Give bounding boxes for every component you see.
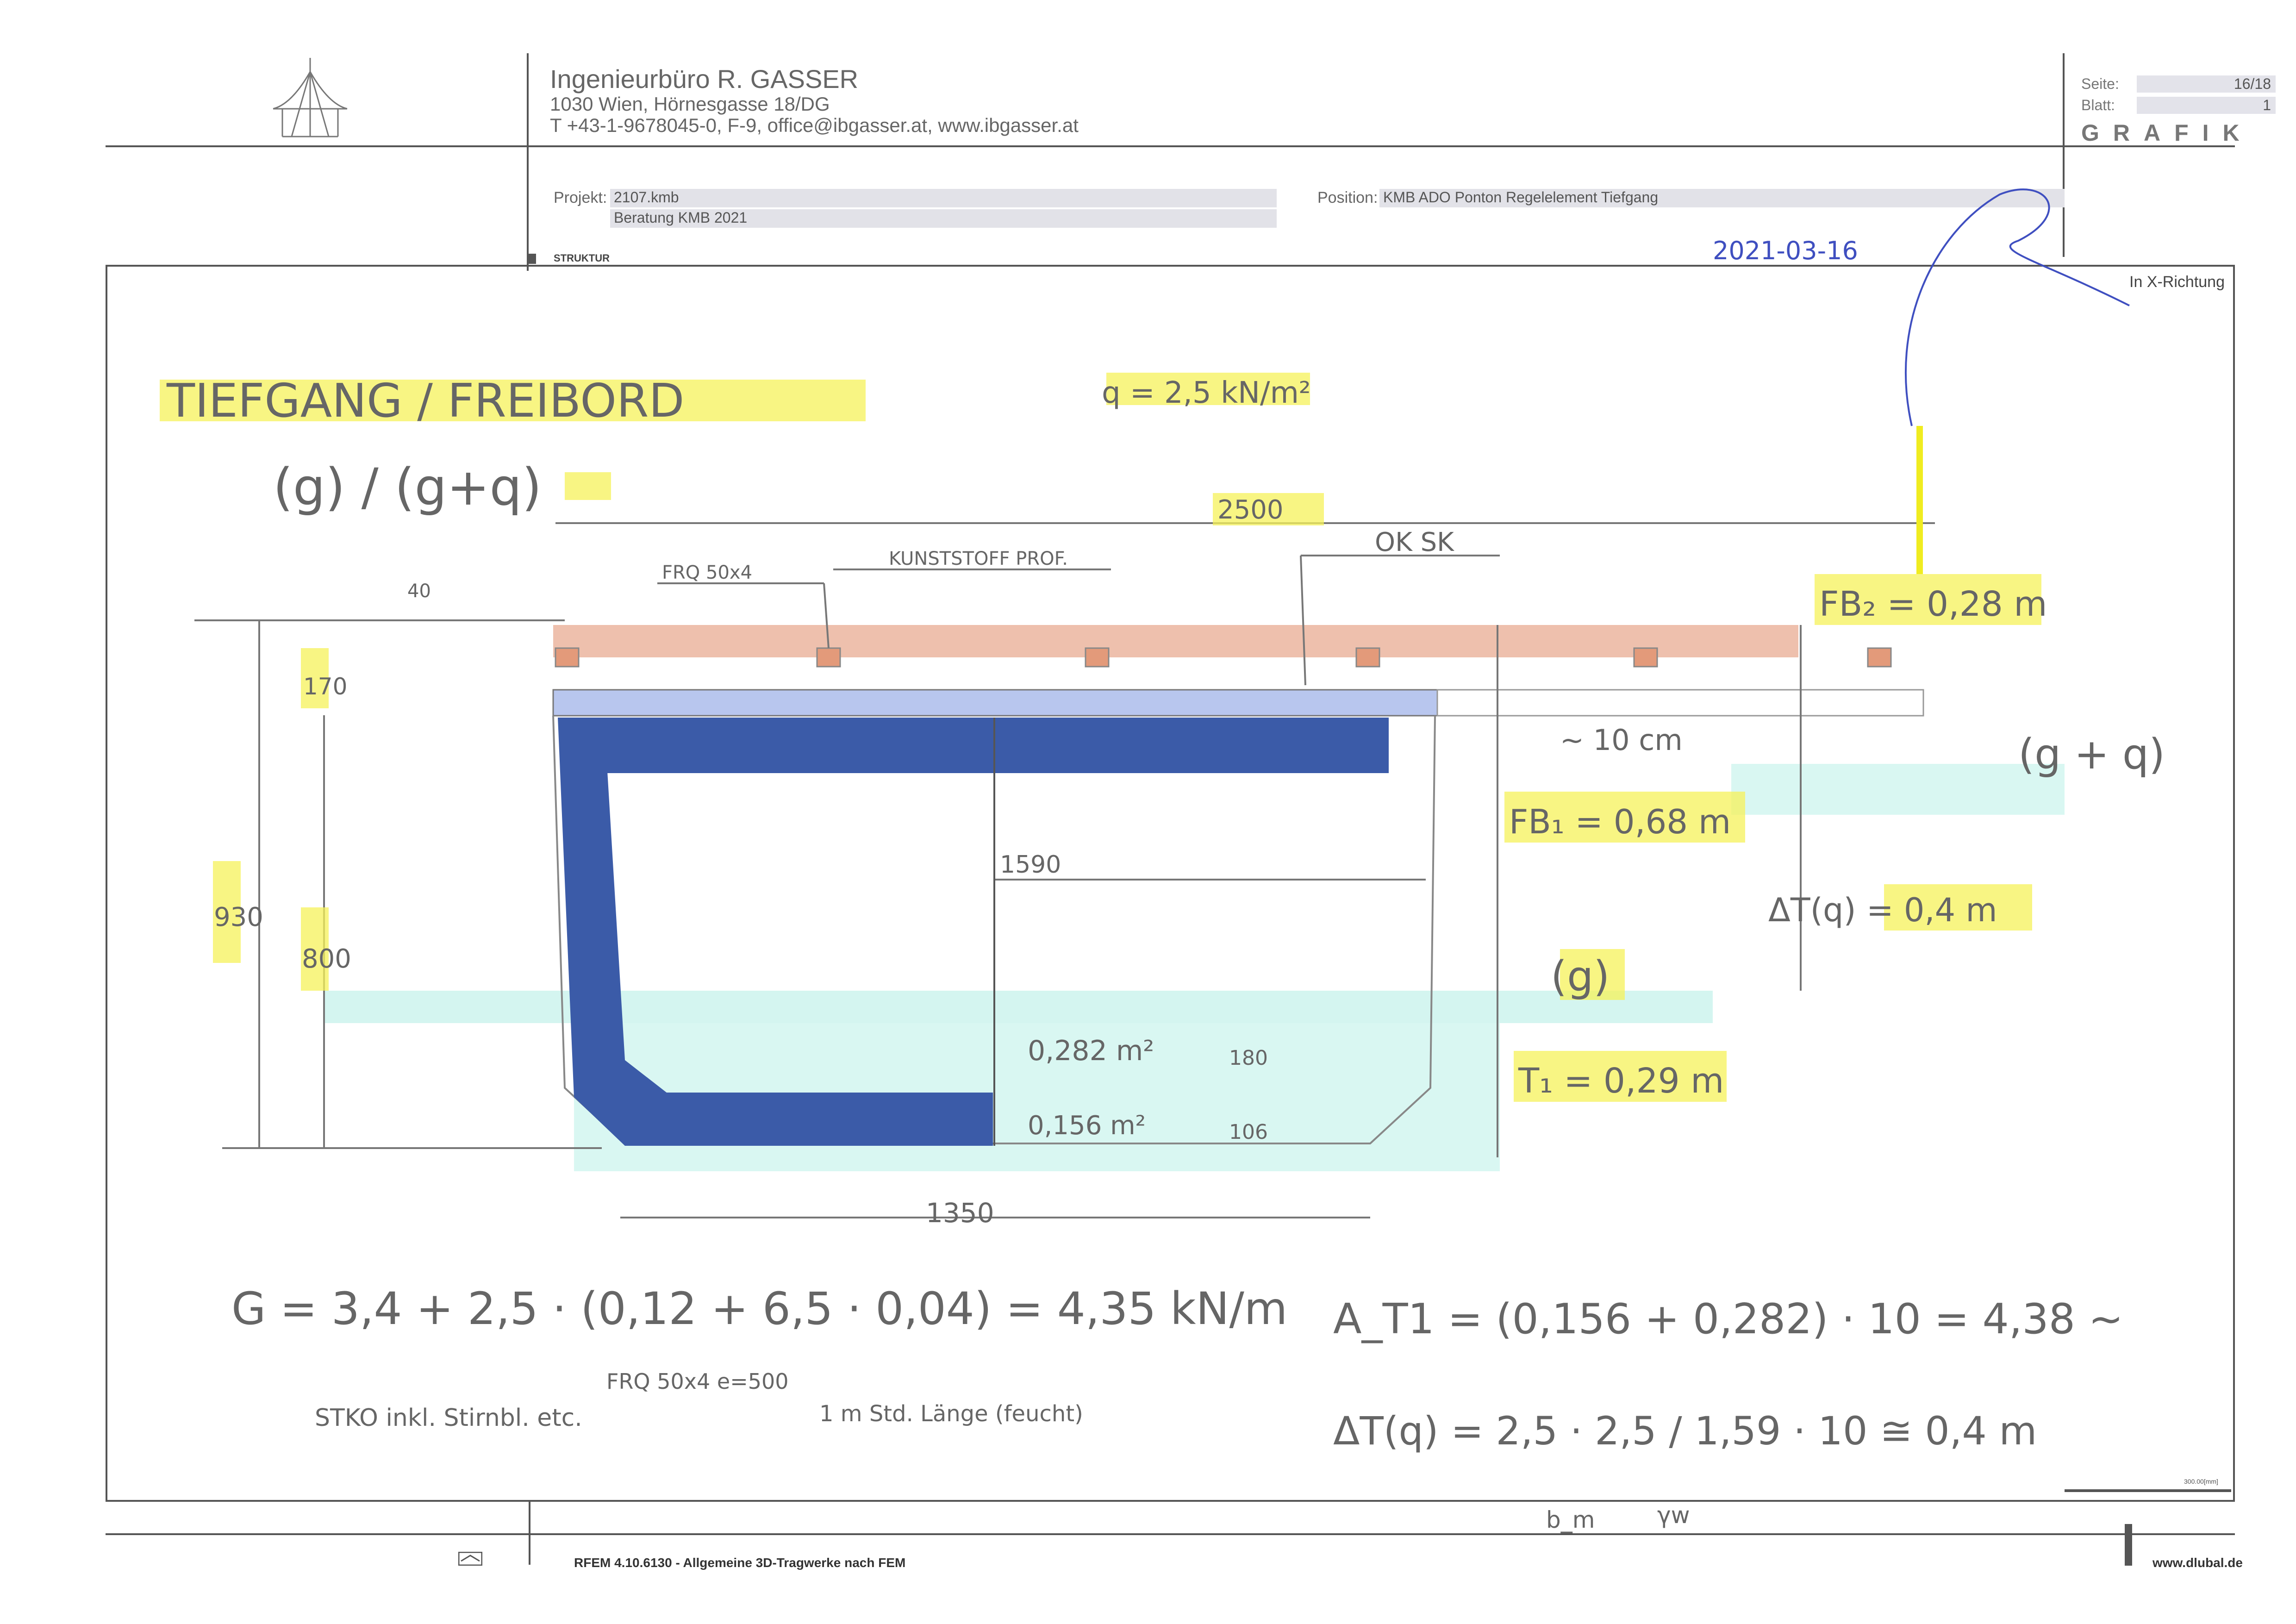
footer-divider	[529, 1500, 530, 1565]
eq-a: A_T1 = (0,156 + 0,282) · 10 = 4,38 ~	[1333, 1295, 2123, 1343]
approx-10cm: ~ 10 cm	[1560, 723, 1683, 757]
dim-800: 800	[302, 944, 351, 974]
ok-label: OK SK	[1375, 527, 1454, 557]
subtitle: (g) / (g+q)	[273, 457, 542, 517]
fb2: FB₂ = 0,28 m	[1819, 584, 2047, 624]
date: 2021-03-16	[1713, 236, 1858, 265]
title: TIEFGANG / FREIBORD	[166, 374, 684, 428]
eq-g: G = 3,4 + 2,5 · (0,12 + 6,5 · 0,04) = 4,…	[231, 1283, 1287, 1335]
t1: T₁ = 0,29 m	[1518, 1061, 1724, 1101]
dim-1590: 1590	[1000, 851, 1061, 879]
eq-g-note1: STKO inkl. Stirnbl. etc.	[315, 1404, 582, 1432]
scale-label: 300.00[mm]	[2184, 1478, 2218, 1485]
dim-40: 40	[407, 581, 431, 602]
eq-g-note2: FRQ 50x4 e=500	[606, 1369, 789, 1394]
dim-180: 180	[1229, 1046, 1268, 1070]
dim-930: 930	[214, 902, 263, 932]
plastic-profile: KUNSTSTOFF PROF.	[889, 548, 1068, 569]
dlubal-logo-icon	[458, 1552, 482, 1566]
footer-marker	[2125, 1524, 2132, 1566]
dim-1350: 1350	[926, 1197, 994, 1229]
load: q = 2,5 kN/m²	[1102, 376, 1311, 410]
fb1: FB₁ = 0,68 m	[1509, 802, 1731, 841]
width-total: 2500	[1217, 495, 1284, 525]
eq-dt: ΔT(q) = 2,5 · 2,5 / 1,59 · 10 ≅ 0,4 m	[1333, 1408, 2037, 1454]
eq-dt-note1: b_m	[1546, 1506, 1595, 1533]
footer-url[interactable]: www.dlubal.de	[2152, 1555, 2243, 1570]
g-label: (g)	[1551, 952, 1610, 1001]
delta-t: ΔT(q) = 0,4 m	[1768, 891, 1997, 929]
footer-software: RFEM 4.10.6130 - Allgemeine 3D-Tragwerke…	[574, 1555, 906, 1570]
deck-profile: FRQ 50x4	[662, 562, 752, 583]
footer-rule	[106, 1533, 2235, 1535]
area-1: 0,282 m²	[1028, 1035, 1154, 1067]
eq-g-note3: 1 m Std. Länge (feucht)	[819, 1401, 1083, 1427]
annotations: 2021-03-16 TIEFGANG / FREIBORD (g) / (g+…	[166, 236, 2231, 1533]
dim-106: 106	[1229, 1120, 1268, 1144]
gq-label: (g + q)	[2018, 730, 2165, 779]
dim-170: 170	[303, 673, 347, 700]
eq-dt-note2: γw	[1657, 1502, 1690, 1529]
area-2: 0,156 m²	[1028, 1111, 1146, 1141]
